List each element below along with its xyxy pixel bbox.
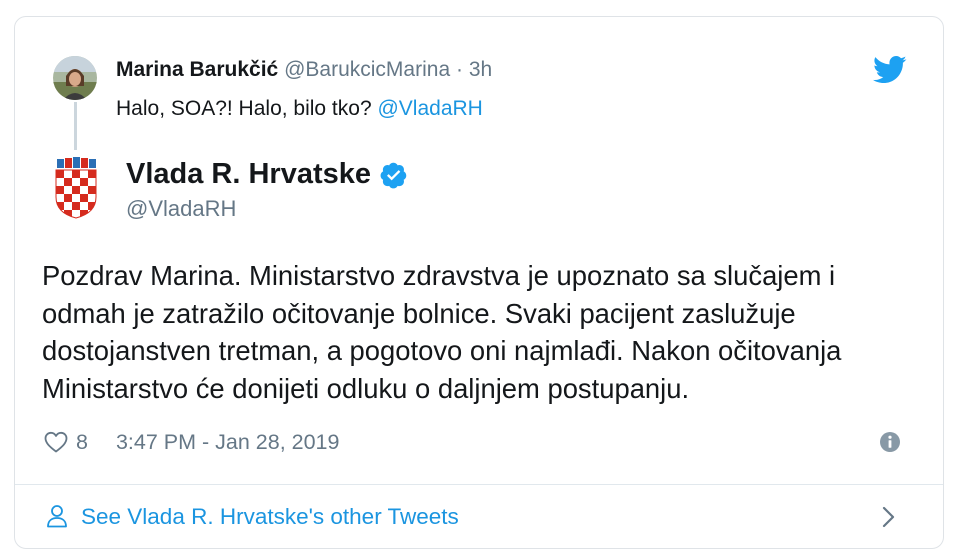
see-other-tweets-link[interactable]: See Vlada R. Hrvatske's other Tweets: [15, 485, 943, 547]
mention-link[interactable]: @VladaRH: [377, 97, 482, 120]
main-author-handle[interactable]: @VladaRH: [126, 196, 236, 222]
see-other-tweets-label[interactable]: See Vlada R. Hrvatske's other Tweets: [81, 504, 459, 530]
parent-author-avatar[interactable]: [53, 56, 97, 100]
parent-tweet-text: Halo, SOA?! Halo, bilo tko? @VladaRH: [116, 97, 483, 121]
chevron-right-icon[interactable]: [881, 505, 897, 529]
parent-author-handle[interactable]: @BarukcicMarina: [284, 58, 450, 81]
croatian-coat-of-arms-avatar[interactable]: [53, 157, 99, 219]
main-author-row: Vlada R. Hrvatske: [126, 158, 408, 191]
header-separator: ·: [455, 58, 463, 81]
twitter-bird-icon[interactable]: [873, 55, 907, 85]
main-author-name[interactable]: Vlada R. Hrvatske: [126, 158, 371, 191]
parent-time-ago[interactable]: 3h: [469, 58, 492, 81]
parent-author-name[interactable]: Marina Barukčić: [116, 58, 278, 81]
info-icon[interactable]: [879, 431, 901, 453]
verified-badge-icon: [380, 161, 408, 189]
tweet-meta-row: 8 3:47 PM - Jan 28, 2019: [44, 428, 339, 456]
person-icon: [46, 504, 68, 528]
tweet-body-text: Pozdrav Marina. Ministarstvo zdravstva j…: [42, 260, 842, 404]
tweet-timestamp[interactable]: 3:47 PM - Jan 28, 2019: [116, 430, 340, 455]
thread-connector-line: [74, 102, 77, 150]
like-count[interactable]: 8: [76, 430, 88, 455]
heart-icon[interactable]: [44, 431, 68, 453]
parent-text-body: Halo, SOA?! Halo, bilo tko?: [116, 97, 372, 120]
parent-tweet-header: Marina Barukčić @BarukcicMarina · 3h: [116, 58, 492, 82]
